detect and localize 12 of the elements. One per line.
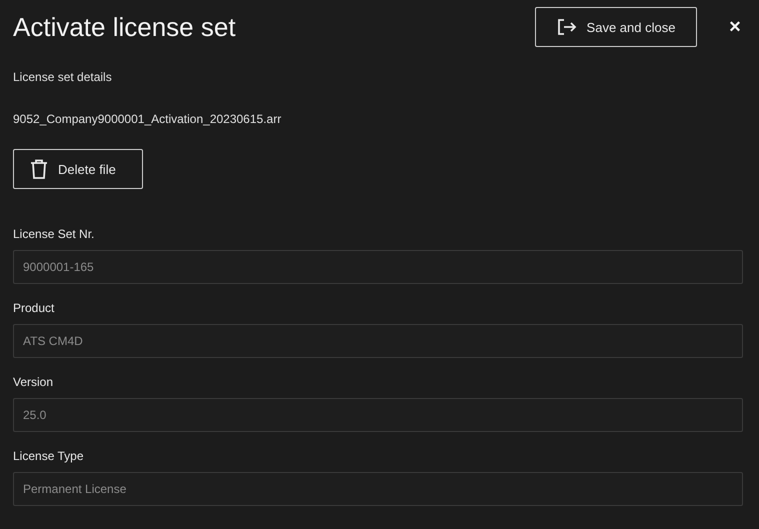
field-label: License Type [13,449,84,463]
close-button[interactable]: × [727,16,743,38]
trash-icon [30,159,48,179]
field-label: Product [13,301,56,315]
section-label: License set details [13,70,113,84]
dialog-title: Activate license set [13,12,237,42]
exit-icon [556,18,577,36]
save-and-close-button[interactable]: Save and close [535,7,697,47]
field-label: License Set Nr. [13,227,96,241]
delete-file-button[interactable]: Delete file [13,149,143,189]
field-label: Version [13,375,54,389]
file-name: 9052_Company9000001_Activation_20230615.arr [13,112,282,126]
